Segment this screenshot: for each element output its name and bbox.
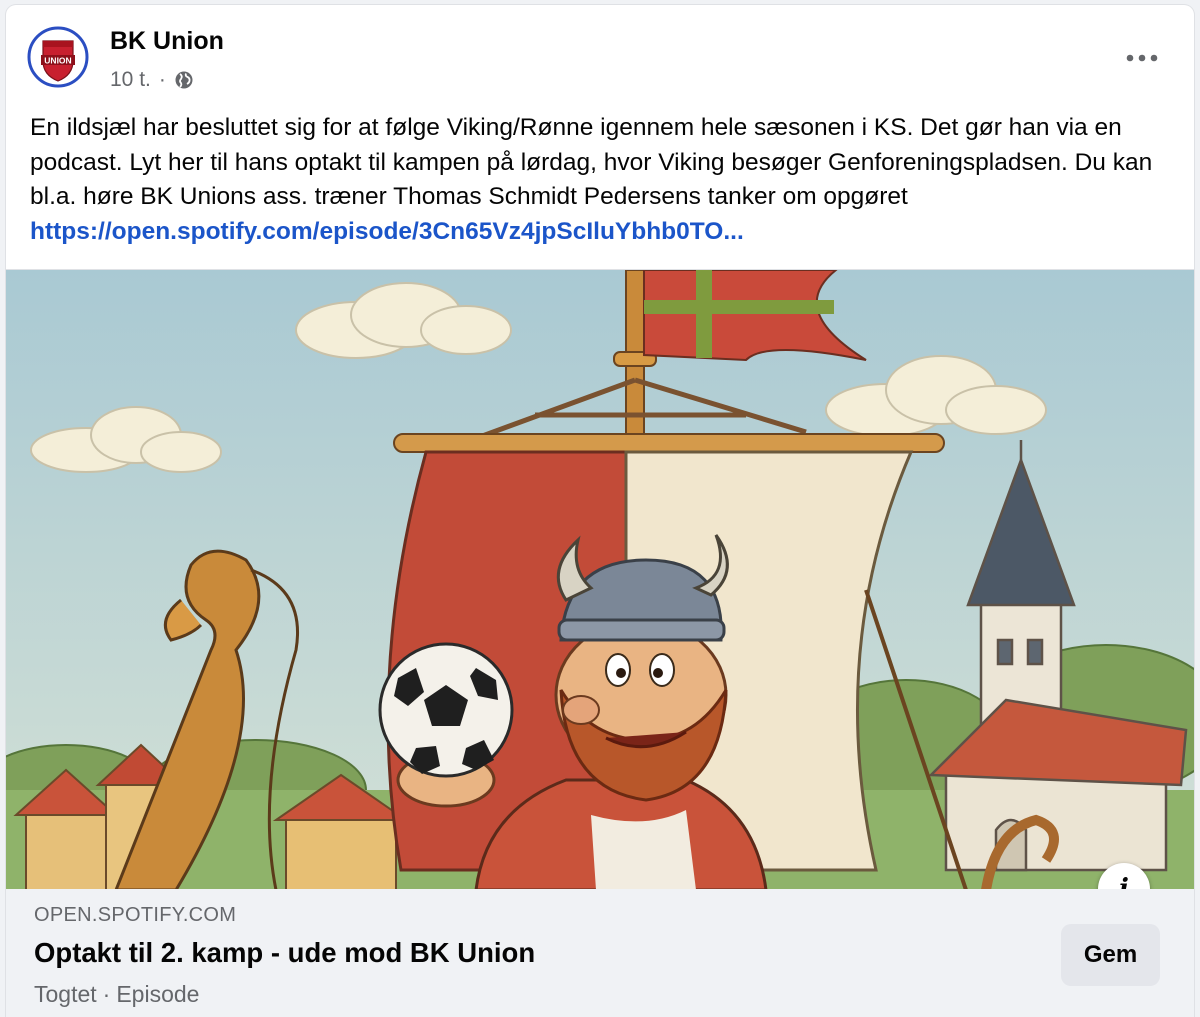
post-time[interactable]: 10 t.: [110, 68, 151, 92]
link-domain: OPEN.SPOTIFY.COM: [34, 904, 237, 926]
link-preview[interactable]: OPEN.SPOTIFY.COM Optakt til 2. kamp - ud…: [6, 889, 1194, 1017]
meta-separator: ·: [158, 68, 166, 91]
post-text: En ildsjæl har besluttet sig for at følg…: [30, 111, 1170, 249]
viking-illustration: [6, 270, 1194, 890]
logo-text: UNION: [44, 56, 71, 66]
subtitle-separator: ·: [102, 981, 111, 1007]
link-subtitle: Togtet · Episode: [34, 981, 199, 1008]
post-body: En ildsjæl har besluttet sig for at følg…: [30, 114, 1153, 210]
more-options-button[interactable]: [1120, 43, 1164, 73]
link-source: Togtet: [34, 981, 97, 1007]
globe-icon: [174, 70, 194, 90]
soccer-ball: [378, 642, 514, 808]
bk-union-logo: UNION: [27, 26, 89, 88]
post-link[interactable]: https://open.spotify.com/episode/3Cn65Vz…: [30, 218, 744, 245]
page-avatar[interactable]: UNION: [26, 25, 90, 89]
post-meta: 10 t. ·: [110, 68, 194, 92]
link-type: Episode: [116, 981, 200, 1007]
yard: [393, 433, 945, 453]
post-card: UNION BK Union 10 t. · En ildsjæl har be…: [6, 5, 1194, 1017]
post-image[interactable]: i: [6, 269, 1194, 890]
save-button[interactable]: Gem: [1061, 924, 1160, 986]
link-title[interactable]: Optakt til 2. kamp - ude mod BK Union: [34, 937, 535, 969]
more-horizontal-icon: [1126, 54, 1158, 62]
page-name[interactable]: BK Union: [110, 27, 224, 56]
